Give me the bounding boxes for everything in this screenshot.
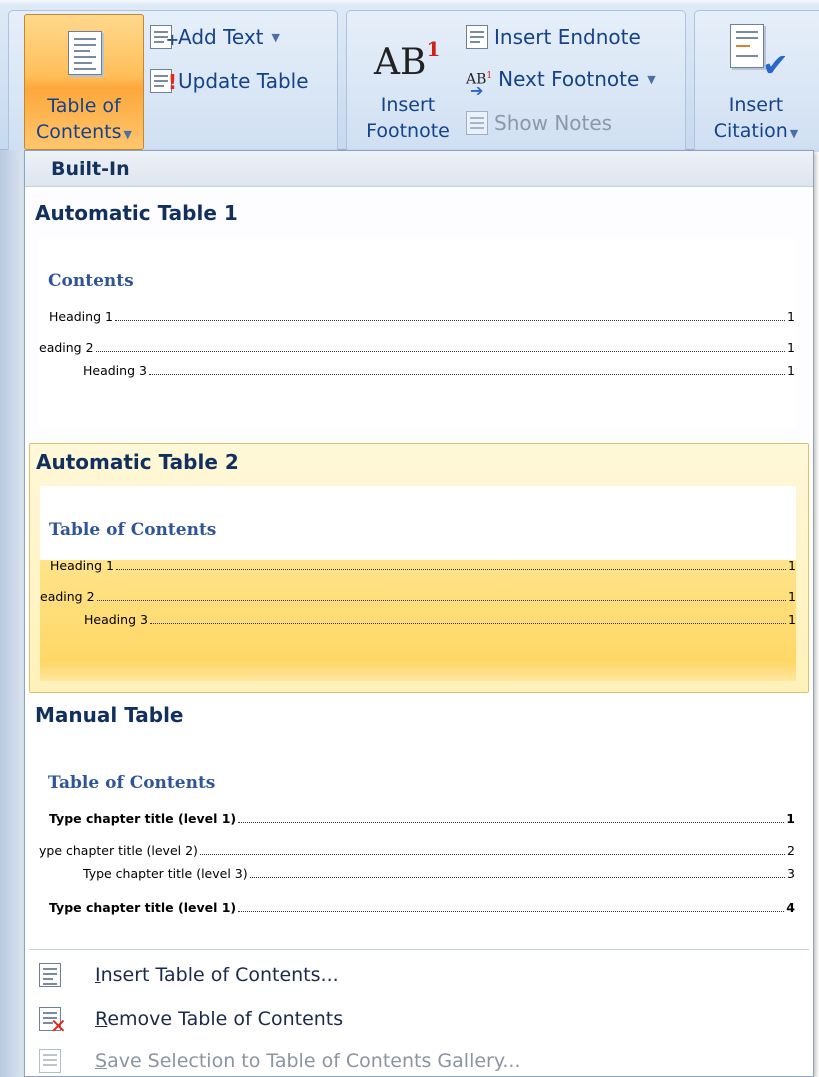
preview-line: Type chapter title (level 1) 4 xyxy=(49,900,795,915)
insert-toc-label: nsert Table of Contents... xyxy=(100,964,339,986)
preview-line: Type chapter title (level 3) 3 xyxy=(83,866,795,881)
document-lines-icon xyxy=(68,31,102,75)
update-table-icon: ! xyxy=(150,69,177,94)
background-document-edge xyxy=(0,150,24,1077)
add-text-label: Add Text xyxy=(178,25,264,49)
chevron-down-icon: ▼ xyxy=(789,127,799,140)
show-notes-icon xyxy=(466,111,488,135)
gallery-item-automatic-table-1[interactable]: Automatic Table 1 Contents Heading 11 ea… xyxy=(29,191,809,441)
update-table-label: Update Table xyxy=(178,69,309,93)
footnote-ab-icon: AB1 xyxy=(374,36,441,81)
menu-separator xyxy=(29,949,809,950)
ribbon: Table of Contents ▼ + Add Text ▼ ! Update… xyxy=(0,0,819,152)
insert-citation-label-line1: Insert xyxy=(728,94,784,116)
preview-line: Heading 11 xyxy=(49,309,795,324)
table-of-contents-button[interactable]: Table of Contents ▼ xyxy=(24,14,144,150)
ribbon-top-edge xyxy=(0,0,819,6)
insert-citation-button[interactable]: ✔ Insert Citation ▼ xyxy=(700,14,812,150)
footnote-ab-text: AB xyxy=(374,42,427,83)
preview-title: Table of Contents xyxy=(48,773,216,793)
insert-footnote-label-line1: Insert xyxy=(380,94,436,116)
remove-x-icon: ✕ xyxy=(39,1007,67,1038)
toc-preview: Table of Contents Type chapter title (le… xyxy=(39,747,795,937)
gallery-item-automatic-table-2[interactable]: Automatic Table 2 Table of Contents Head… xyxy=(29,443,809,693)
accelerator-key: R xyxy=(95,1008,108,1030)
footnote-ab-sup: 1 xyxy=(426,37,441,61)
next-footnote-label: Next Footnote xyxy=(498,67,640,91)
toc-button-label-line1: Table of xyxy=(47,95,121,117)
insert-endnote-icon xyxy=(466,25,488,49)
show-notes-button[interactable]: Show Notes xyxy=(466,108,612,138)
insert-footnote-label-line2: Footnote xyxy=(366,120,450,142)
insert-citation-label-line2: Citation xyxy=(713,120,788,142)
preview-line: Heading 11 xyxy=(50,558,796,573)
preview-title: Table of Contents xyxy=(49,520,217,540)
gallery-item-title: Manual Table xyxy=(35,703,184,727)
chevron-down-icon: ▼ xyxy=(123,128,132,141)
toc-gallery-dropdown: Built-In Automatic Table 1 Contents Head… xyxy=(24,150,814,1077)
preview-title: Contents xyxy=(48,271,134,291)
show-notes-label: Show Notes xyxy=(494,111,613,135)
remove-table-of-contents-command[interactable]: ✕ Remove Table of Contents xyxy=(29,999,809,1039)
remove-toc-label: emove Table of Contents xyxy=(107,1008,344,1030)
preview-line: Heading 31 xyxy=(83,363,795,378)
insert-table-of-contents-command[interactable]: Insert Table of Contents... xyxy=(29,955,809,995)
accelerator-key: S xyxy=(95,1050,108,1072)
chevron-down-icon: ▼ xyxy=(647,72,656,86)
gallery-item-manual-table[interactable]: Manual Table Table of Contents Type chap… xyxy=(29,699,809,949)
toc-preview: Table of Contents Heading 11 eading 21 H… xyxy=(40,486,796,681)
preview-line: Heading 31 xyxy=(84,612,796,627)
preview-line: Type chapter title (level 1) 1 xyxy=(49,811,795,826)
add-text-icon: + xyxy=(150,25,179,49)
insert-toc-icon xyxy=(39,963,61,987)
save-selection-to-gallery-command[interactable]: Save Selection to Table of Contents Gall… xyxy=(29,1041,809,1077)
citation-check-icon xyxy=(730,24,764,68)
save-selection-label: ave Selection to Table of Contents Galle… xyxy=(107,1050,521,1072)
add-text-button[interactable]: + Add Text ▼ xyxy=(150,22,280,52)
preview-line: ype chapter title (level 2) 2 xyxy=(39,843,795,858)
section-header-built-in: Built-In xyxy=(25,151,813,187)
toc-preview: Contents Heading 11 eading 21 Heading 31 xyxy=(39,239,795,429)
insert-endnote-button[interactable]: Insert Endnote xyxy=(466,22,641,52)
save-selection-icon xyxy=(39,1049,61,1073)
toc-button-label-line2: Contents xyxy=(36,121,122,143)
preview-line: eading 21 xyxy=(39,340,795,355)
next-footnote-icon: AB1 ➔ xyxy=(466,70,493,100)
insert-endnote-label: Insert Endnote xyxy=(494,25,641,49)
chevron-down-icon: ▼ xyxy=(271,30,280,44)
gallery-item-title: Automatic Table 2 xyxy=(36,450,239,474)
next-footnote-button[interactable]: AB1 ➔ Next Footnote ▼ xyxy=(466,64,656,100)
insert-footnote-button[interactable]: AB1 Insert Footnote xyxy=(358,22,458,150)
preview-line: eading 21 xyxy=(40,589,796,604)
check-mark-icon: ✔ xyxy=(762,46,789,84)
gallery-item-title: Automatic Table 1 xyxy=(35,201,238,225)
update-table-button[interactable]: ! Update Table xyxy=(150,66,309,96)
